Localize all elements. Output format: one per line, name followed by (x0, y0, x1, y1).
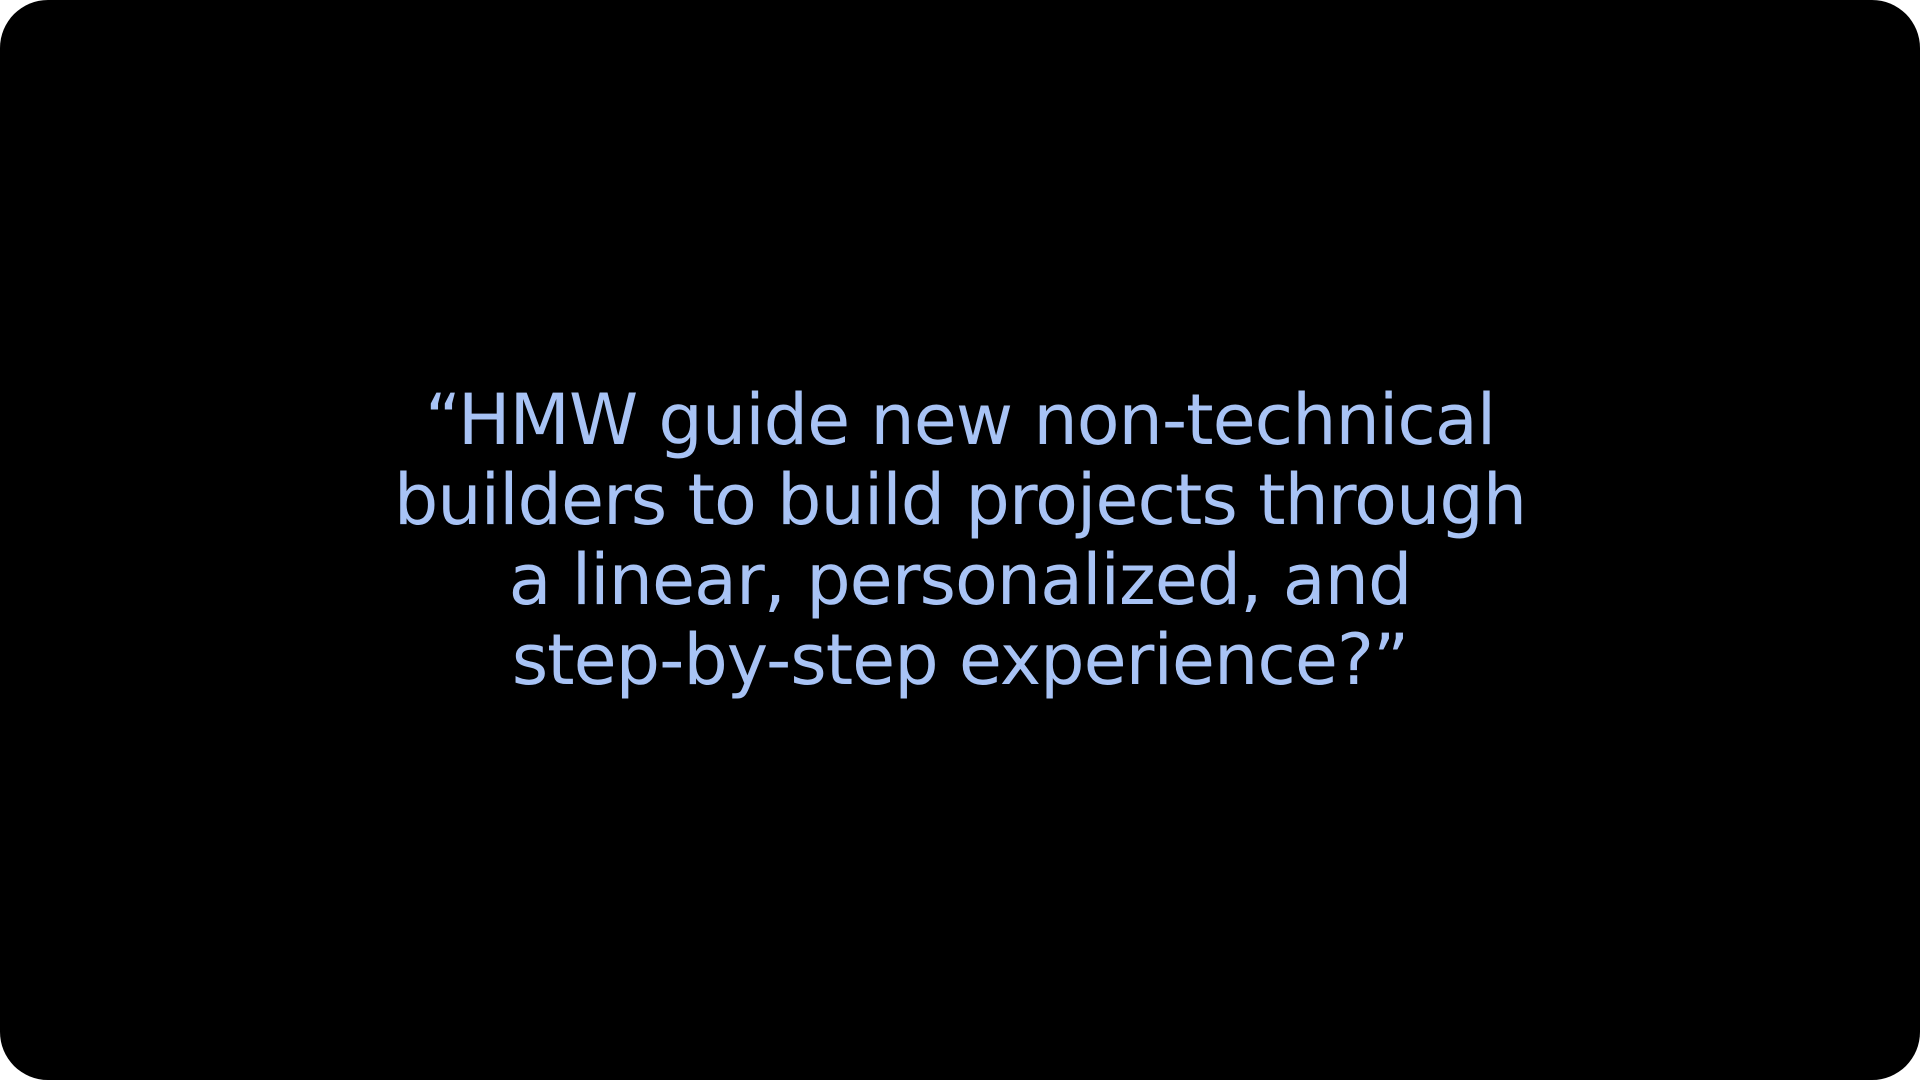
quote-line-2: builders to build projects through (393, 459, 1527, 541)
hmw-quote: “HMW guide new non-technical builders to… (0, 380, 1920, 700)
quote-line-3: a linear, personalized, and (508, 539, 1413, 621)
slide-canvas: “HMW guide new non-technical builders to… (0, 0, 1920, 1080)
quote-line-1: “HMW guide new non-technical (424, 379, 1496, 461)
quote-line-4: step-by-step experience?” (511, 619, 1410, 701)
